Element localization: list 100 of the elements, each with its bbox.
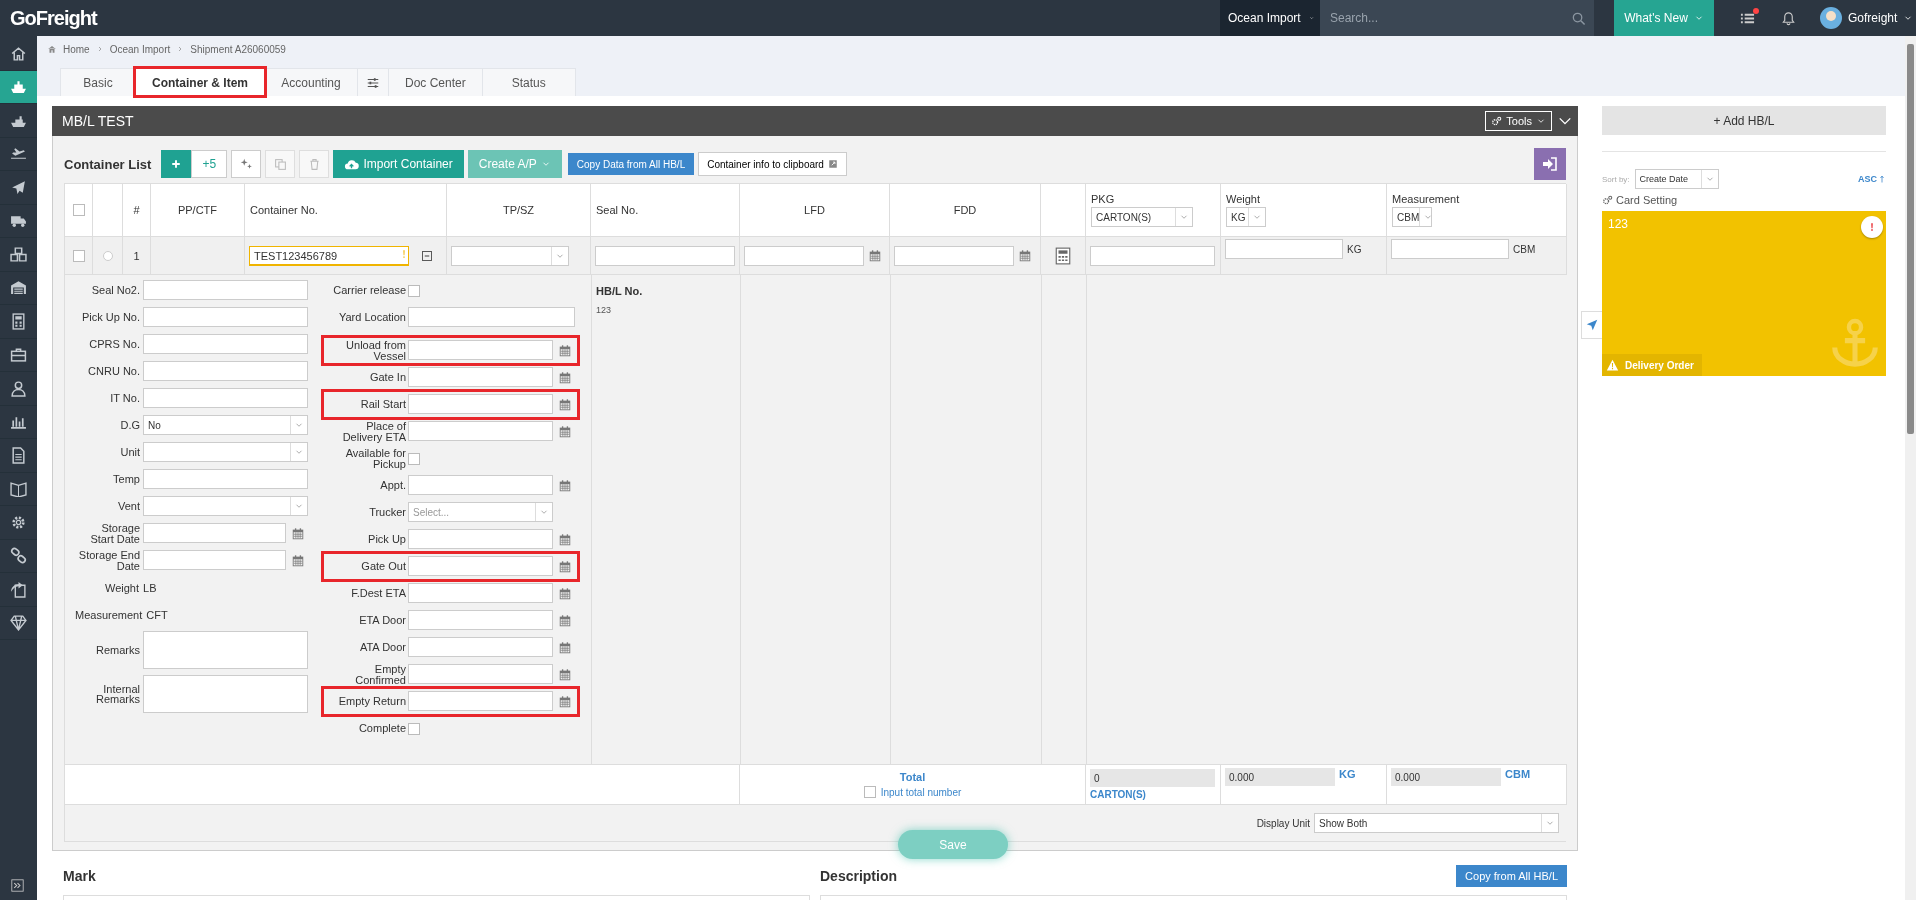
expand-icon[interactable] bbox=[11, 879, 24, 892]
total-field[interactable]: 0.000 bbox=[1225, 768, 1335, 786]
checkbox[interactable] bbox=[72, 204, 85, 216]
search-input[interactable]: Search... bbox=[1328, 10, 1571, 26]
display-unit-select[interactable]: Show Both bbox=[1314, 813, 1559, 833]
date-field[interactable] bbox=[143, 550, 286, 570]
tab[interactable]: Doc Center bbox=[388, 68, 483, 96]
bell-icon[interactable] bbox=[1781, 10, 1796, 26]
radio-button[interactable] bbox=[102, 250, 113, 261]
select-field[interactable] bbox=[451, 245, 569, 266]
filter-tab[interactable] bbox=[357, 68, 389, 96]
card-setting-link[interactable]: Card Setting bbox=[1616, 194, 1678, 206]
add-button[interactable] bbox=[161, 150, 192, 178]
sort-select[interactable]: Create Date bbox=[1634, 169, 1719, 189]
scrollbar[interactable] bbox=[1907, 44, 1914, 434]
copy-data-button[interactable]: Copy Data from All HB/L bbox=[567, 153, 695, 175]
date-field[interactable] bbox=[408, 691, 553, 711]
date-field[interactable] bbox=[408, 475, 553, 495]
avatar[interactable] bbox=[1820, 7, 1842, 29]
date-field[interactable] bbox=[408, 529, 553, 549]
calendar-icon[interactable] bbox=[558, 640, 572, 655]
checkbox[interactable] bbox=[72, 249, 85, 262]
date-field[interactable] bbox=[894, 245, 1014, 266]
calendar-icon[interactable] bbox=[558, 370, 572, 385]
date-field[interactable] bbox=[408, 664, 553, 684]
unit-select[interactable]: CARTON(S) bbox=[1091, 207, 1193, 227]
tab[interactable]: Accounting bbox=[264, 68, 358, 96]
calendar-icon[interactable] bbox=[558, 532, 572, 547]
calendar-icon[interactable] bbox=[558, 559, 572, 574]
date-field[interactable] bbox=[408, 583, 553, 603]
calendar-icon[interactable] bbox=[558, 586, 572, 601]
text-field[interactable] bbox=[143, 361, 308, 381]
text-field[interactable] bbox=[143, 334, 308, 354]
date-field[interactable] bbox=[408, 394, 553, 414]
section-title: Description bbox=[820, 868, 897, 884]
field-label: Storage Start Date bbox=[89, 523, 140, 544]
breadcrumb-item[interactable]: Ocean Import bbox=[109, 43, 171, 55]
text-field[interactable] bbox=[595, 245, 735, 266]
card-title: 123 bbox=[1608, 217, 1629, 231]
field-label: Trucker bbox=[369, 507, 406, 518]
sidebar-item[interactable] bbox=[0, 70, 37, 104]
home-icon bbox=[10, 44, 27, 62]
calculator-icon[interactable] bbox=[1054, 246, 1072, 265]
tab[interactable]: Container & Item bbox=[135, 68, 265, 96]
calendar-icon[interactable] bbox=[1018, 248, 1032, 263]
breadcrumb-item[interactable]: Home bbox=[63, 43, 90, 55]
sort-order-button[interactable]: ASC bbox=[1858, 173, 1886, 185]
calendar-icon[interactable] bbox=[558, 613, 572, 628]
checkbox[interactable] bbox=[863, 786, 876, 798]
unit-select[interactable]: CBM bbox=[1392, 207, 1432, 227]
container-number-field[interactable]: TEST123456789 bbox=[249, 245, 409, 266]
text-field[interactable] bbox=[1391, 239, 1509, 259]
tab[interactable]: Basic bbox=[60, 68, 136, 96]
select-field[interactable] bbox=[143, 496, 308, 516]
calendar-icon[interactable] bbox=[558, 343, 572, 358]
date-field[interactable] bbox=[143, 523, 286, 543]
calendar-icon[interactable] bbox=[291, 553, 305, 568]
location-arrow-icon[interactable] bbox=[1586, 319, 1598, 331]
search-field[interactable]: Search... bbox=[1320, 0, 1594, 36]
calendar-icon[interactable] bbox=[558, 397, 572, 412]
collapse-icon[interactable] bbox=[421, 249, 433, 262]
text-field[interactable] bbox=[143, 388, 308, 408]
text-field[interactable] bbox=[408, 307, 575, 327]
calendar-icon[interactable] bbox=[558, 694, 572, 709]
sign-in-button[interactable] bbox=[1534, 148, 1566, 180]
total-field[interactable]: 0.000 bbox=[1391, 768, 1501, 786]
text-field[interactable] bbox=[1090, 245, 1215, 266]
tools-button[interactable]: Tools bbox=[1485, 111, 1552, 131]
text-field[interactable] bbox=[143, 469, 308, 489]
calendar-icon[interactable] bbox=[558, 667, 572, 682]
tab[interactable]: Status bbox=[481, 68, 576, 96]
column-header: LFD bbox=[804, 204, 825, 216]
total-field[interactable]: 0 bbox=[1090, 769, 1215, 787]
calendar-icon[interactable] bbox=[868, 248, 882, 263]
date-field[interactable] bbox=[408, 421, 553, 441]
text-field[interactable] bbox=[1225, 239, 1343, 259]
text-field[interactable] bbox=[143, 280, 308, 300]
checkbox[interactable] bbox=[408, 284, 420, 297]
date-field[interactable] bbox=[408, 637, 553, 657]
copy-button[interactable]: Copy from All HB/L bbox=[1456, 865, 1567, 887]
mode-select[interactable]: Ocean Import bbox=[1220, 0, 1320, 36]
calendar-icon[interactable] bbox=[291, 526, 305, 541]
clipboard-button[interactable]: Container info to clipboard bbox=[698, 152, 847, 176]
unit-select[interactable]: KG bbox=[1226, 207, 1266, 227]
date-field[interactable] bbox=[408, 340, 553, 360]
user-name[interactable]: Gofreight bbox=[1848, 11, 1898, 25]
date-field[interactable] bbox=[408, 367, 553, 387]
calendar-icon[interactable] bbox=[558, 478, 572, 493]
field-label: D.G bbox=[120, 420, 140, 431]
checkbox[interactable] bbox=[408, 452, 420, 465]
calendar-icon[interactable] bbox=[558, 424, 572, 439]
text-field[interactable] bbox=[143, 307, 308, 327]
logo[interactable]: GoFreight bbox=[10, 6, 97, 29]
add-hbl-button[interactable]: + Add HB/L bbox=[1602, 106, 1886, 135]
date-field[interactable] bbox=[408, 610, 553, 630]
date-field[interactable] bbox=[408, 556, 553, 576]
date-field[interactable] bbox=[744, 245, 864, 266]
checkbox[interactable] bbox=[408, 722, 420, 735]
select-field[interactable] bbox=[143, 442, 308, 462]
select-field[interactable]: No bbox=[143, 415, 308, 435]
